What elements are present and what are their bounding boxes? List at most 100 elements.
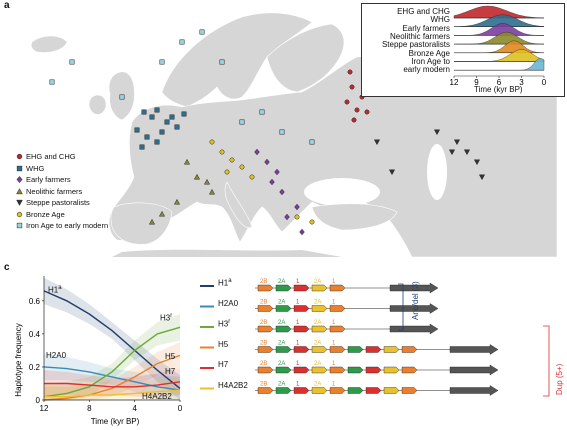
map-legend-item: Early farmers	[16, 175, 71, 184]
sample-marker	[174, 124, 180, 130]
segment-label: 1	[296, 300, 300, 306]
series-label: H5	[165, 352, 176, 361]
segment-arrow	[329, 284, 346, 292]
segment-arrow	[329, 346, 346, 353]
series-label: H7	[165, 367, 176, 376]
segment-label: 2A	[278, 279, 285, 285]
segment-arrow	[293, 305, 310, 312]
segment-arrow	[257, 346, 274, 353]
segment-label: 1	[296, 382, 300, 388]
segment-arrow	[275, 305, 292, 312]
segment-arrow	[257, 325, 274, 333]
segment-arrow	[257, 284, 274, 292]
segment-arrow	[293, 284, 310, 292]
segment-label: 2A	[314, 300, 321, 306]
sample-marker	[199, 29, 205, 35]
x-tick-label: 12	[40, 404, 49, 413]
sample-marker	[154, 107, 160, 113]
series-label: H3r	[160, 313, 173, 323]
segment-arrow	[311, 387, 328, 394]
segment-arrow	[257, 387, 274, 394]
inset-row-label: early modern	[403, 65, 450, 75]
segment-label: 2A	[278, 320, 285, 326]
sample-marker	[347, 69, 353, 75]
segment-arrow	[275, 387, 292, 394]
segment-label: 2A	[314, 320, 321, 326]
segment-label: 2A	[314, 382, 321, 388]
segment-arrow	[347, 346, 364, 353]
panel-a-letter: a	[4, 0, 10, 11]
series-label: H4A2B2	[142, 392, 172, 401]
sample-marker	[239, 119, 245, 125]
inset-xlabel: Time (kyr BP)	[474, 85, 523, 94]
series-label: H1a	[48, 285, 62, 295]
x-tick-label: 0	[178, 404, 183, 413]
segment-arrow	[329, 366, 346, 374]
sample-marker	[119, 94, 125, 100]
sample-marker	[229, 157, 235, 163]
segment-label: 1	[296, 361, 300, 367]
chart-xlabel: Time (kyr BP)	[91, 417, 140, 426]
sample-marker	[294, 214, 300, 220]
sample-marker	[179, 39, 185, 45]
sample-marker	[159, 129, 165, 135]
x-tick-label: 8	[87, 404, 92, 413]
segment-label: 1	[296, 279, 300, 285]
segment-label: 1	[296, 320, 300, 326]
sample-marker	[279, 129, 285, 135]
segment-label: 1	[332, 320, 336, 326]
sample-marker	[224, 169, 230, 175]
segment-arrow	[347, 366, 364, 374]
sample-marker	[349, 84, 355, 90]
bracket-label-dup: Dup (5+)	[555, 363, 564, 395]
segment-arrow	[275, 346, 292, 353]
sample-marker	[344, 99, 350, 105]
segment-arrow	[275, 325, 292, 333]
segment-arrow	[329, 305, 346, 312]
series-label: H2A0	[46, 351, 67, 360]
legend-label: WHG	[26, 163, 45, 173]
map-legend-item: EHG and CHG	[16, 152, 76, 161]
series-label-superscript: r	[170, 313, 173, 319]
inset-x-tick: 12	[450, 78, 459, 87]
legend-marker-icon	[16, 199, 23, 206]
segment-arrow	[401, 346, 418, 353]
legend-marker-icon	[16, 165, 23, 171]
map-legend-item: Iron Age to early modern	[16, 221, 108, 230]
haplotype-name-label: H4A2B2	[218, 380, 248, 390]
segment-label: 2B	[260, 279, 267, 285]
sample-marker	[141, 109, 147, 115]
segment-arrow	[275, 284, 292, 292]
legend-label: EHG and CHG	[26, 152, 76, 161]
segment-arrow	[383, 387, 400, 394]
sample-marker	[159, 59, 165, 65]
sample-marker	[259, 109, 265, 115]
sample-marker	[149, 114, 155, 120]
segment-label: 1	[332, 341, 336, 347]
group-bracket-dup	[543, 325, 550, 397]
sample-marker	[139, 144, 145, 150]
gene-tail-arrow	[389, 323, 439, 335]
sample-marker	[351, 117, 357, 123]
sample-marker	[169, 114, 175, 120]
map-legend-item: Bronze Age	[16, 210, 65, 219]
legend-marker-icon	[16, 153, 23, 160]
time-ridgeline-inset: 12 9 6 3 0 EHG and CHG WHG Early farmers Neolit…	[361, 3, 565, 97]
legend-marker-icon	[16, 211, 23, 217]
sample-marker	[219, 149, 225, 155]
segment-arrow	[329, 325, 346, 333]
haplotype-structure-diagram: 2B 2A 1 2A 1 2B 2A 1 2A 1 2B 2A 1 2A 1 2B 2A 1 2A 1 2B 2A 1 2A 1…	[200, 279, 550, 397]
bracket-label-ancdel: Anc/del (3)	[411, 281, 420, 320]
segment-arrow	[365, 366, 382, 374]
sample-marker	[354, 107, 360, 113]
segment-label: 2A	[278, 361, 285, 367]
haplotype-name-superscript: a	[228, 278, 232, 284]
segment-arrow	[257, 305, 274, 312]
legend-label: Neolithic farmers	[26, 186, 83, 196]
segment-label: 2A	[314, 361, 321, 367]
segment-arrow	[293, 325, 310, 333]
legend-label: Bronze Age	[26, 209, 65, 219]
segment-label: 2A	[314, 279, 321, 285]
segment-label: 2B	[260, 300, 267, 306]
segment-arrow	[401, 387, 418, 394]
